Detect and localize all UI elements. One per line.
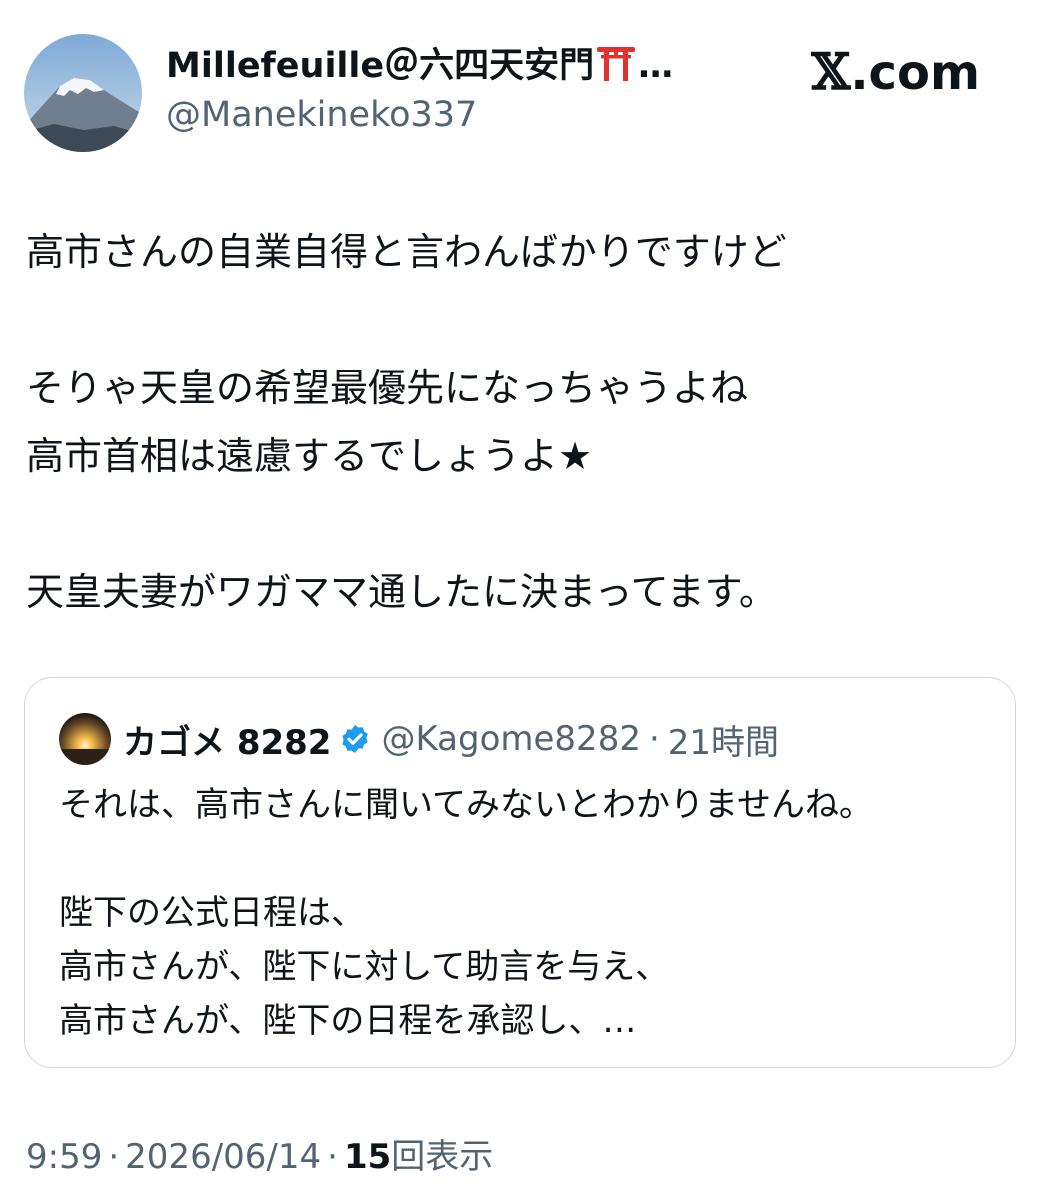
tweet-paragraph: 天皇夫妻がワガママ通したに決まってます。 [26,570,777,614]
tweet-meta: 9:59 · 2026/06/14 · 15回表示 [26,1134,493,1180]
quote-author-handle[interactable]: @Kagome8282 [381,719,640,759]
meta-separator: · [108,1137,120,1177]
quote-paragraph: それは、高市さんに聞いてみないとわかりませんね。 [59,785,873,825]
quoted-tweet-header: カゴメ 8282 @Kagome8282 · 21時間 [59,713,779,765]
x-logo-icon: 𝕏 [811,42,851,101]
quote-paragraph: 陛下の公式日程は、 高市さんが、陛下に対して助言を与え、 高市さんが、陛下の日程… [59,893,670,1041]
quote-author-name[interactable]: カゴメ 8282 [123,715,331,764]
tweet-paragraph: 高市さんの自業自得と言わんばかりですけど [26,230,787,274]
tweet-paragraph: そりゃ天皇の希望最優先になっちゃうよね 高市首相は遠慮するでしょうよ★ [26,366,749,478]
tweet-header: Millefeuille＠六四天安門 … @Manekineko337 𝕏.co… [24,34,1018,154]
quote-author-avatar[interactable] [59,713,111,765]
author-display-name-row[interactable]: Millefeuille＠六四天安門 … [166,44,726,88]
tweet-date[interactable]: 2026/06/14 [125,1137,321,1177]
views-label: 回表示 [391,1137,494,1177]
sunrise-avatar-icon [59,713,111,765]
display-name-ellipsis: … [638,46,674,86]
tweet-time[interactable]: 9:59 [26,1137,102,1177]
author-display-name: Millefeuille＠六四天安門 [166,46,595,86]
x-com-brand[interactable]: 𝕏.com [812,42,980,103]
author-names: Millefeuille＠六四天安門 … @Manekineko337 [166,44,726,138]
quote-timestamp[interactable]: 21時間 [668,715,779,764]
quoted-tweet-body: それは、高市さんに聞いてみないとわかりませんね。 陛下の公式日程は、 高市さんが… [59,778,979,1048]
author-avatar[interactable] [24,34,142,152]
meta-separator: · [327,1137,338,1177]
quote-separator: · [648,719,660,759]
tweet-body: 高市さんの自業自得と言わんばかりですけど そりゃ天皇の希望最優先になっちゃうよね… [26,218,1016,626]
mount-fuji-avatar-icon [24,34,142,152]
brand-suffix: .com [850,45,980,101]
views-count: 15 [343,1137,392,1177]
verified-badge-icon [342,725,369,753]
torii-gate-icon [597,47,636,81]
quoted-tweet-card[interactable]: カゴメ 8282 @Kagome8282 · 21時間 それは、高市さんに聞いて… [24,677,1016,1068]
author-handle[interactable]: @Manekineko337 [166,92,726,138]
